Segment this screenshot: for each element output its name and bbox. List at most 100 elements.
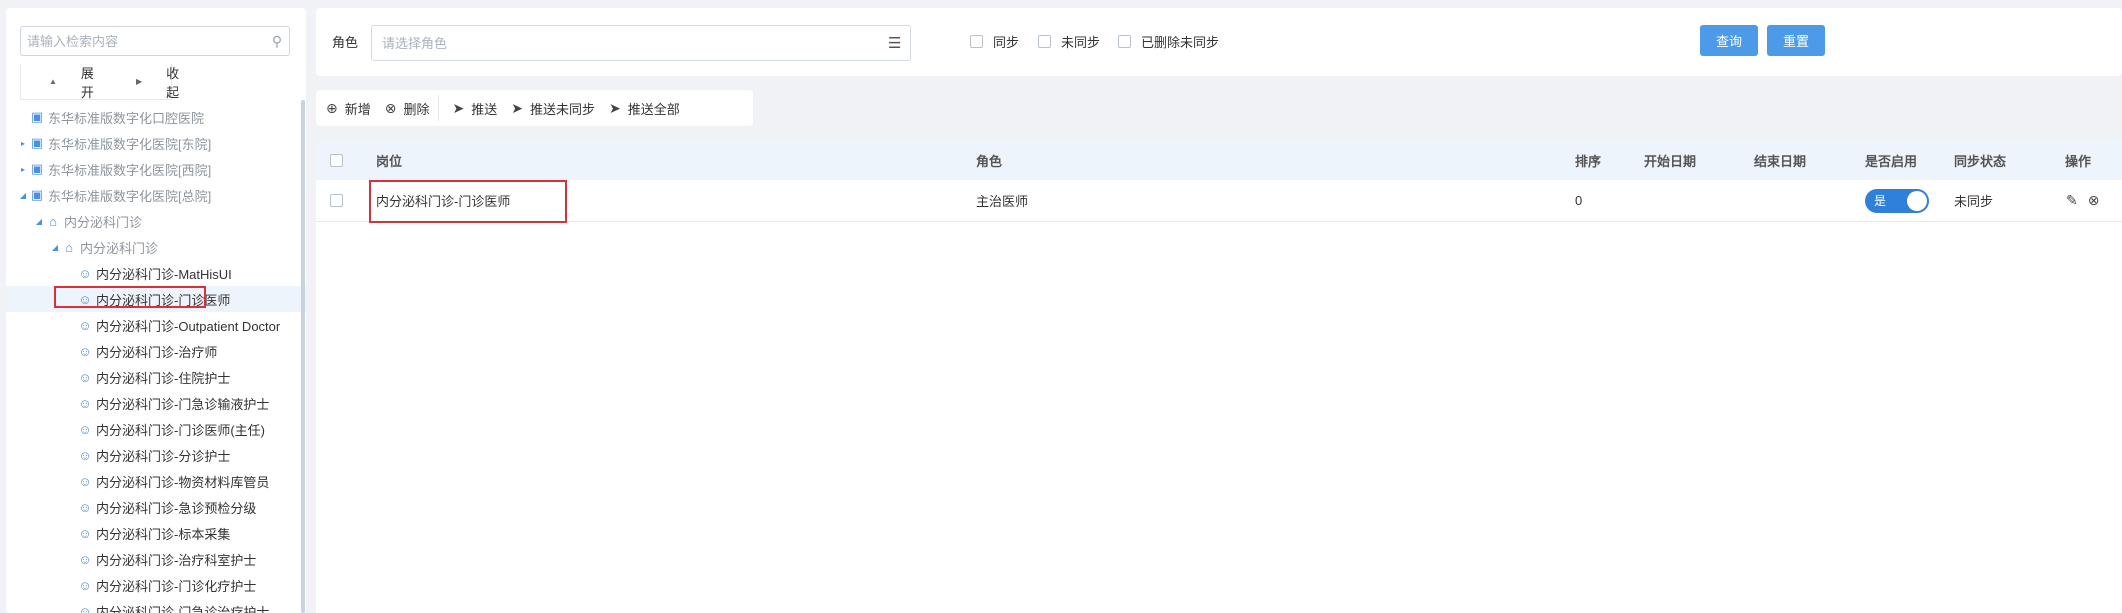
- unsync-checkbox[interactable]: 未同步: [1038, 32, 1100, 51]
- col-start-date[interactable]: 开始日期: [1644, 140, 1696, 180]
- tree-node[interactable]: ☺ 内分泌科门诊-治疗科室护士: [6, 546, 306, 572]
- tree-node[interactable]: ☺ 内分泌科门诊-住院护士: [6, 364, 306, 390]
- caret-right-icon[interactable]: ▸: [18, 165, 28, 174]
- reset-button[interactable]: 重置: [1767, 25, 1825, 56]
- main-panel: 角色 ☰ 同步 未同步 已删除未同步 查询 重置 ⊕ 新增 ⊗ 删除 ➤ 推送 ➤ 推送…: [316, 8, 2122, 613]
- tree-node-label: 内分泌科门诊-分诊护士: [96, 448, 231, 464]
- tree-node-label: 内分泌科门诊-物资材料库管员: [96, 474, 270, 490]
- col-sync-status[interactable]: 同步状态: [1954, 140, 2006, 180]
- user-icon: ☺: [78, 317, 92, 333]
- tree-node-label: 内分泌科门诊-急诊预检分级: [96, 500, 257, 516]
- tree-node[interactable]: ☺ 内分泌科门诊-标本采集: [6, 520, 306, 546]
- expand-label: 展开: [80, 65, 94, 100]
- close-circle-icon[interactable]: ⊗: [2088, 192, 2100, 209]
- tree-node[interactable]: ▸ ▣ 东华标准版数字化医院[东院]: [6, 130, 306, 156]
- tree-node-label: 内分泌科门诊: [64, 214, 143, 230]
- tree-scrollbar[interactable]: [301, 100, 305, 613]
- add-button[interactable]: ⊕ 新增: [326, 99, 371, 118]
- push-unsynced-button[interactable]: ➤ 推送未同步: [511, 99, 595, 118]
- tree-node[interactable]: ▣ 东华标准版数字化口腔医院: [6, 104, 306, 130]
- query-button[interactable]: 查询: [1700, 25, 1758, 56]
- caret-down-icon[interactable]: ◢: [34, 217, 44, 226]
- row-checkbox[interactable]: [330, 194, 343, 207]
- action-toolbar: ⊕ 新增 ⊗ 删除 ➤ 推送 ➤ 推送未同步 ➤ 推送全部: [316, 90, 753, 126]
- select-all-checkbox[interactable]: [330, 153, 343, 167]
- delete-label: 删除: [403, 101, 430, 117]
- collapse-all-button[interactable]: ▶ 收起: [122, 63, 179, 101]
- col-ops: 操作: [2065, 153, 2092, 169]
- tree-node[interactable]: ☺ 内分泌科门诊-MatHisUI: [6, 260, 306, 286]
- tree-node[interactable]: ☺ 内分泌科门诊-门诊医师(主任): [6, 416, 306, 442]
- col-enabled[interactable]: 是否启用: [1865, 140, 1917, 180]
- highlight-box: [369, 180, 567, 223]
- sync-checkbox-label: 同步: [993, 35, 1020, 50]
- user-icon: ☺: [78, 603, 92, 613]
- tree-node[interactable]: ☺ 内分泌科门诊-门急诊治疗护士: [6, 598, 306, 613]
- tree-node[interactable]: ☺ 内分泌科门诊-物资材料库管员: [6, 468, 306, 494]
- unsync-checkbox-label: 未同步: [1061, 35, 1101, 50]
- user-icon: ☺: [78, 421, 92, 437]
- checkbox-box[interactable]: [970, 35, 983, 48]
- tree-node[interactable]: ☺ 内分泌科门诊-门诊化疗护士: [6, 572, 306, 598]
- hospital-icon: ▣: [30, 109, 44, 124]
- checkbox-box[interactable]: [1038, 35, 1051, 48]
- col-role[interactable]: 角色: [976, 140, 1002, 180]
- tree-node[interactable]: ☺ 内分泌科门诊-治疗师: [6, 338, 306, 364]
- user-icon: ☺: [78, 499, 92, 515]
- user-icon: ☺: [78, 265, 92, 281]
- expand-all-button[interactable]: ▲ 展开: [35, 63, 94, 101]
- caret-down-icon[interactable]: ◢: [50, 243, 60, 252]
- tree-node[interactable]: ▸ ▣ 东华标准版数字化医院[西院]: [6, 156, 306, 182]
- push-button[interactable]: ➤ 推送: [453, 99, 498, 118]
- caret-down-icon[interactable]: ◢: [18, 191, 28, 200]
- home-icon: ⌂: [49, 213, 57, 229]
- hospital-icon: ▣: [30, 135, 44, 150]
- home-icon: ⌂: [65, 239, 73, 255]
- tree-node-label: 东华标准版数字化医院[西院]: [48, 162, 212, 178]
- tree-node-label: 内分泌科门诊-标本采集: [96, 526, 231, 542]
- filter-bar: 角色 ☰ 同步 未同步 已删除未同步 查询 重置: [316, 8, 2122, 76]
- tree-node[interactable]: ☺ 内分泌科门诊-Outpatient Doctor: [6, 312, 306, 338]
- tree-node[interactable]: ☺ 内分泌科门诊-门急诊输液护士: [6, 390, 306, 416]
- push-all-button[interactable]: ➤ 推送全部: [609, 99, 680, 118]
- tree-node[interactable]: ◢ ⌂ 内分泌科门诊: [6, 234, 306, 260]
- tree-node[interactable]: ☺ 内分泌科门诊-分诊护士: [6, 442, 306, 468]
- x-circle-icon: ⊗: [384, 99, 397, 116]
- list-tree-icon[interactable]: ☰: [888, 34, 910, 52]
- user-icon: ☺: [78, 473, 92, 489]
- enabled-toggle[interactable]: 是: [1865, 188, 1929, 213]
- tree-node-label: 东华标准版数字化医院[东院]: [48, 136, 212, 152]
- role-select-input[interactable]: [372, 35, 888, 51]
- sync-checkbox[interactable]: 同步: [970, 32, 1019, 51]
- tree-search-input[interactable]: [21, 28, 265, 54]
- tree-node[interactable]: ☺ 内分泌科门诊-门诊医师: [6, 286, 306, 312]
- grid-header: 岗位 角色 排序 开始日期 结束日期 是否启用 同步状态 操作: [316, 140, 2122, 180]
- tree-node-label: 内分泌科门诊-Outpatient Doctor: [96, 318, 281, 334]
- caret-right-icon[interactable]: ▸: [18, 139, 28, 148]
- tree-node-label: 东华标准版数字化医院[总院]: [48, 188, 212, 204]
- deleted-unsync-checkbox[interactable]: 已删除未同步: [1118, 32, 1219, 51]
- edit-icon[interactable]: ✎: [2066, 192, 2078, 209]
- role-select[interactable]: ☰: [371, 25, 911, 61]
- search-icon[interactable]: ⚲: [265, 33, 289, 50]
- tree-node[interactable]: ◢ ⌂ 内分泌科门诊: [6, 208, 306, 234]
- sidebar: ⚲ ▲展开 ▶收起 ▣东华标准版数字化口腔医院▸▣东华标准版数字化医院[东院]▸…: [6, 8, 306, 613]
- tree-node[interactable]: ◢ ▣ 东华标准版数字化医院[总院]: [6, 182, 306, 208]
- triangle-up-icon: ▲: [49, 77, 57, 86]
- col-end-date[interactable]: 结束日期: [1754, 140, 1806, 180]
- col-order[interactable]: 排序: [1575, 140, 1601, 180]
- add-label: 新增: [344, 101, 371, 117]
- tree-node-label: 内分泌科门诊-门诊化疗护士: [96, 578, 257, 594]
- tree-node[interactable]: ☺ 内分泌科门诊-急诊预检分级: [6, 494, 306, 520]
- table-row[interactable]: 内分泌科门诊-门诊医师 主治医师 0 是 未同步 ✎ ⊗: [316, 180, 2122, 222]
- user-icon: ☺: [78, 343, 92, 359]
- hospital-icon: ▣: [30, 187, 44, 202]
- col-post[interactable]: 岗位: [376, 140, 402, 180]
- paper-plane-icon: ➤: [609, 99, 621, 116]
- tree-search: ⚲: [20, 26, 290, 56]
- org-tree: ▣ 东华标准版数字化口腔医院 ▸ ▣ 东华标准版数字化医院[东院] ▸ ▣ 东华标准版数字化医…: [6, 104, 306, 613]
- row-ops: ✎ ⊗: [2066, 180, 2109, 221]
- checkbox-box[interactable]: [1118, 35, 1131, 48]
- delete-button[interactable]: ⊗ 删除: [385, 99, 430, 118]
- expand-collapse-bar: ▲ 展开 ▶ 收起: [20, 63, 179, 101]
